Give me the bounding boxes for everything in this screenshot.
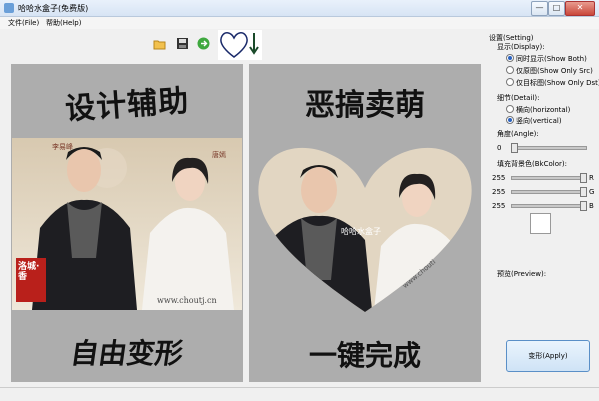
detail-option-horizontal: 横向(horizontal) bbox=[516, 106, 571, 114]
blue-slider-track[interactable] bbox=[511, 204, 585, 208]
display-label: 显示(Display): bbox=[497, 43, 545, 51]
close-button[interactable]: ✕ bbox=[565, 1, 595, 16]
angle-slider-track[interactable] bbox=[511, 146, 587, 150]
green-slider-track[interactable] bbox=[511, 190, 585, 194]
save-icon[interactable] bbox=[176, 37, 189, 50]
green-channel-label: G bbox=[589, 188, 595, 196]
preview-label: 预览(Preview): bbox=[497, 270, 547, 278]
target-heart-photo: 哈哈水盒子 www.chouti bbox=[249, 130, 481, 320]
app-icon bbox=[4, 3, 14, 13]
source-name-right: 唐嫣 bbox=[212, 151, 226, 159]
display-option-dst: 仅目标图(Show Only Dst) bbox=[516, 79, 599, 87]
heart-arrow-icon[interactable] bbox=[218, 30, 262, 60]
display-radio-src[interactable] bbox=[506, 66, 514, 74]
menu-help[interactable]: 帮助(Help) bbox=[46, 18, 81, 28]
maximize-button[interactable]: □ bbox=[548, 1, 565, 16]
green-slider-thumb[interactable] bbox=[580, 187, 587, 197]
target-image-panel: 恶搞卖萌 哈哈水盒子 www.chouti 一键完成 bbox=[249, 64, 481, 382]
target-top-caption: 恶搞卖萌 bbox=[305, 88, 425, 123]
red-slider-thumb[interactable] bbox=[580, 173, 587, 183]
title-bar: 哈哈水盒子(免费版) — □ ✕ bbox=[0, 0, 599, 17]
folder-open-icon[interactable] bbox=[153, 37, 166, 50]
window-title: 哈哈水盒子(免费版) bbox=[18, 4, 89, 13]
display-option-src: 仅原图(Show Only Src) bbox=[516, 67, 593, 75]
target-overlay-text: 哈哈水盒子 bbox=[341, 227, 381, 236]
red-channel-label: R bbox=[589, 174, 594, 182]
red-slider-track[interactable] bbox=[511, 176, 585, 180]
angle-label: 角度(Angle): bbox=[497, 130, 539, 138]
red-value: 255 bbox=[492, 174, 506, 182]
menu-bar: 文件(File) 帮助(Help) bbox=[0, 17, 599, 29]
blue-value: 255 bbox=[492, 202, 506, 210]
angle-value: 0 bbox=[497, 144, 502, 152]
minimize-button[interactable]: — bbox=[531, 1, 548, 16]
source-bottom-caption: 自由变形 bbox=[68, 337, 186, 370]
source-badge-text: 洛城·香 bbox=[18, 262, 40, 282]
source-watermark: www.choutj.cn bbox=[157, 296, 217, 305]
blue-slider-thumb[interactable] bbox=[580, 201, 587, 211]
detail-radio-vertical[interactable] bbox=[506, 116, 514, 124]
target-bottom-caption: 一键完成 bbox=[308, 339, 421, 372]
display-option-both: 同时显示(Show Both) bbox=[516, 55, 587, 63]
display-radio-dst[interactable] bbox=[506, 78, 514, 86]
bkcolor-label: 填充背景色(BkColor): bbox=[497, 160, 567, 168]
source-top-caption: 设计辅助 bbox=[64, 83, 191, 128]
go-icon[interactable] bbox=[197, 37, 210, 50]
source-photo: 洛城·香 李易峰 唐嫣 www.choutj.cn bbox=[12, 138, 242, 310]
detail-option-vertical: 竖向(vertical) bbox=[516, 117, 562, 125]
apply-button[interactable]: 变形(Apply) bbox=[506, 340, 590, 372]
blue-channel-label: B bbox=[589, 202, 594, 210]
angle-slider-thumb[interactable] bbox=[511, 143, 518, 153]
status-bar bbox=[0, 387, 599, 401]
detail-radio-horizontal[interactable] bbox=[506, 105, 514, 113]
menu-file[interactable]: 文件(File) bbox=[8, 18, 39, 28]
green-value: 255 bbox=[492, 188, 506, 196]
source-image-panel: 设计辅助 洛城·香 李易峰 唐嫣 www.choutj.cn 自由变形 bbox=[11, 64, 243, 382]
source-name-left: 李易峰 bbox=[52, 143, 73, 151]
bkcolor-swatch[interactable] bbox=[530, 213, 551, 234]
display-radio-both[interactable] bbox=[506, 54, 514, 62]
settings-panel: 设置(Setting) 显示(Display): 同时显示(Show Both)… bbox=[489, 33, 599, 373]
detail-label: 细节(Detail): bbox=[497, 94, 540, 102]
